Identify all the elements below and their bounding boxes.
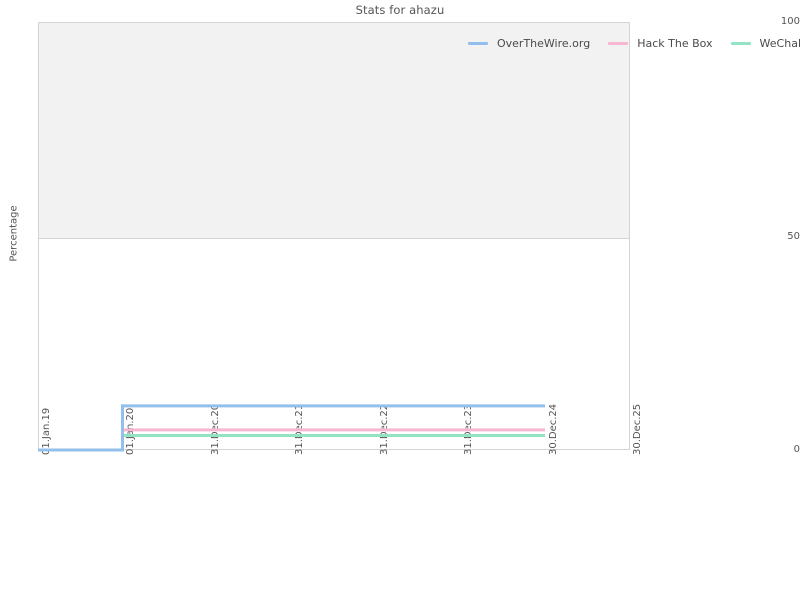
y-axis-label-wrap: Percentage: [0, 0, 36, 472]
chart-container: Stats for ahazu 100 50 0 Percentage 01.J…: [0, 0, 800, 600]
legend-entry-overthewire[interactable]: OverTheWire.org: [468, 37, 590, 50]
line-hackthebox: [38, 428, 545, 452]
legend-entry-wechall[interactable]: WeChall: [730, 36, 800, 50]
legend-label-wechall: WeChall: [759, 36, 800, 50]
legend-label-overthewire: OverTheWire.org: [497, 36, 591, 50]
line-overthewire: [38, 404, 545, 452]
legend-swatch-wechall: [730, 41, 751, 45]
legend-swatch-hackthebox: [608, 41, 629, 45]
series-wechall: [38, 433, 545, 452]
legend-entry-hackthebox[interactable]: Hack The Box: [608, 36, 713, 50]
chart-title: Stats for ahazu: [355, 3, 445, 17]
ytick-label-100: 100: [780, 16, 800, 27]
series-overthewire: [38, 404, 545, 452]
line-wechall: [38, 433, 545, 452]
series-overlay: [38, 404, 545, 452]
xtick-label-7: 30.Dec.25: [632, 403, 643, 455]
ytick-label-50: 50: [787, 231, 800, 242]
legend-label-hackthebox: Hack The Box: [637, 36, 713, 50]
legend-swatch-overthewire: [468, 41, 488, 45]
y-axis-label: Percentage: [8, 205, 20, 262]
legend: OverTheWire.org Hack The Box WeChall: [468, 35, 800, 51]
ytick-label-0: 0: [793, 444, 800, 455]
series-hackthebox: [38, 428, 545, 452]
